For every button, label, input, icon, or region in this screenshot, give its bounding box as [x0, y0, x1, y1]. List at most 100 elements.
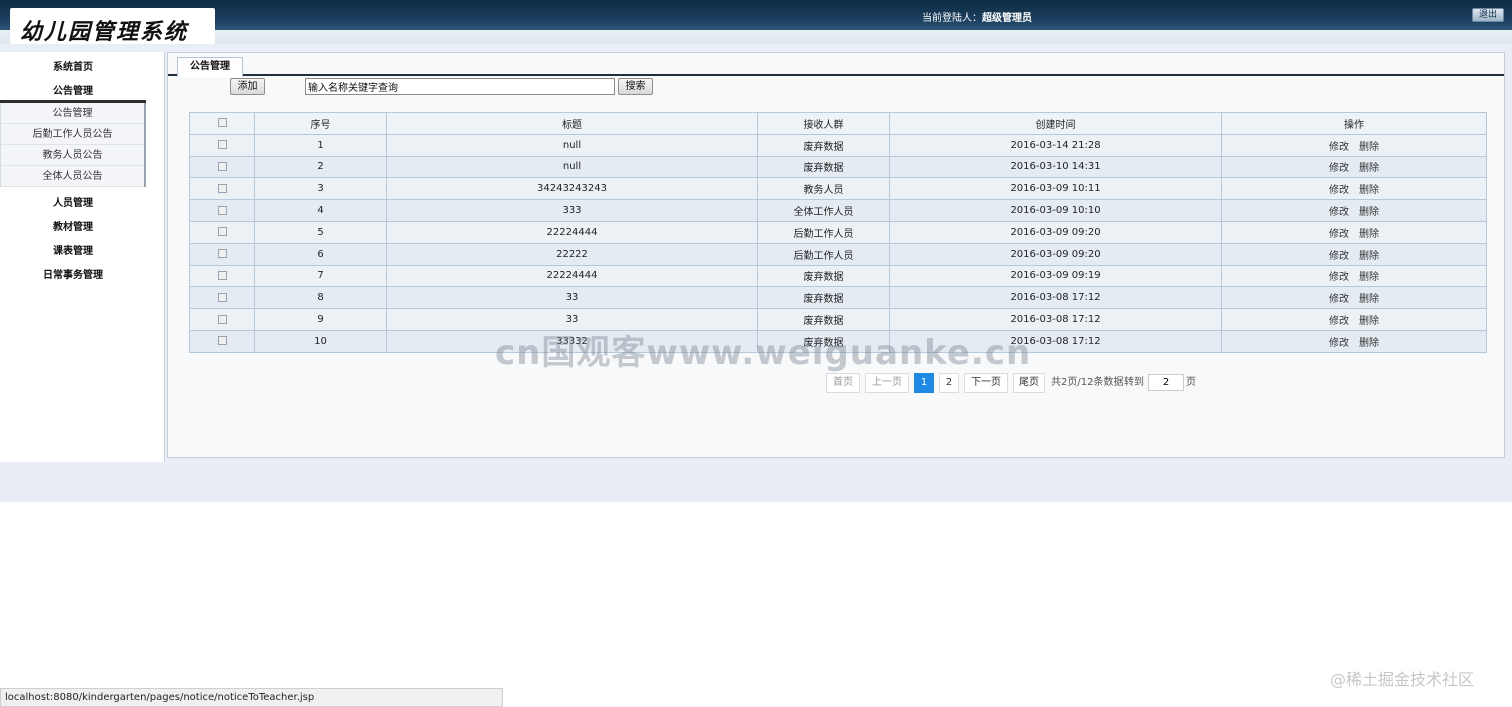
pager-last-button[interactable]: 尾页	[1013, 373, 1045, 393]
sidebar-item-notice[interactable]: 公告管理	[0, 82, 146, 97]
delete-link[interactable]: 删除	[1359, 207, 1379, 218]
row-select-cell	[189, 308, 255, 331]
pager-next-button[interactable]: 下一页	[964, 373, 1008, 393]
cell-no: 8	[254, 286, 387, 310]
cell-no: 2	[254, 155, 387, 179]
edit-link[interactable]: 修改	[1329, 251, 1349, 262]
search-button[interactable]: 搜索	[618, 78, 653, 95]
table-row: 6 22222 后勤工作人员 2016-03-09 09:20 修改 删除	[189, 242, 1487, 266]
table-row: 8 33 废弃数据 2016-03-08 17:12 修改 删除	[189, 286, 1487, 310]
logout-button[interactable]: 退出	[1472, 8, 1504, 22]
pager-first-button[interactable]: 首页	[826, 373, 860, 393]
cell-actions: 修改 删除	[1221, 329, 1487, 353]
sidebar-item-daily-affairs[interactable]: 日常事务管理	[0, 266, 146, 281]
delete-link[interactable]: 删除	[1359, 185, 1379, 196]
row-select-cell	[189, 286, 255, 310]
row-checkbox[interactable]	[217, 227, 227, 237]
row-checkbox[interactable]	[217, 292, 227, 302]
submenu-item-notice-manage[interactable]: 公告管理	[1, 103, 144, 124]
cell-created: 2016-03-09 10:11	[889, 177, 1222, 201]
edit-link[interactable]: 修改	[1329, 272, 1349, 283]
cell-actions: 修改 删除	[1221, 155, 1487, 179]
row-checkbox[interactable]	[217, 249, 227, 259]
edit-link[interactable]: 修改	[1329, 142, 1349, 153]
row-checkbox[interactable]	[217, 205, 227, 215]
sidebar-item-materials[interactable]: 教材管理	[0, 218, 146, 233]
row-select-cell	[189, 242, 255, 266]
edit-link[interactable]: 修改	[1329, 229, 1349, 240]
row-checkbox[interactable]	[217, 183, 227, 193]
site-credit: @稀土掘金技术社区	[1330, 670, 1475, 689]
row-select-cell	[189, 133, 255, 157]
app-window: 当前登陆人：超级管理员 退出 幼儿园管理系统 系统首页 公告管理 公告管理 后勤…	[0, 0, 1512, 707]
sidebar: 系统首页 公告管理 公告管理 后勤工作人员公告 教务人员公告 全体人员公告 人员…	[0, 52, 165, 462]
delete-link[interactable]: 删除	[1359, 229, 1379, 240]
delete-link[interactable]: 删除	[1359, 316, 1379, 327]
current-user-name: 超级管理员	[982, 13, 1032, 24]
pager-goto-input[interactable]	[1148, 374, 1184, 391]
cell-actions: 修改 删除	[1221, 133, 1487, 157]
edit-link[interactable]: 修改	[1329, 316, 1349, 327]
pager-goto-label: 转到	[1124, 377, 1144, 388]
pager-page-suffix: 页	[1186, 377, 1196, 388]
submenu-item-all-staff-notice[interactable]: 全体人员公告	[1, 166, 144, 187]
search-input[interactable]	[305, 78, 615, 95]
cell-created: 2016-03-09 09:20	[889, 242, 1222, 266]
sidebar-item-schedule[interactable]: 课表管理	[0, 242, 146, 257]
app-logo: 幼儿园管理系统	[10, 8, 215, 45]
cell-no: 5	[254, 220, 387, 244]
tab-notice-manage[interactable]: 公告管理	[177, 57, 243, 77]
cell-title: null	[386, 133, 758, 157]
cell-actions: 修改 删除	[1221, 264, 1487, 288]
row-select-cell	[189, 199, 255, 222]
cell-no: 9	[254, 308, 387, 331]
sidebar-item-home[interactable]: 系统首页	[0, 58, 146, 73]
column-header-title: 标题	[386, 112, 758, 135]
cell-actions: 修改 删除	[1221, 242, 1487, 266]
pager-page-2[interactable]: 2	[939, 373, 959, 393]
row-checkbox[interactable]	[217, 161, 227, 171]
column-header-no: 序号	[254, 112, 387, 135]
cell-actions: 修改 删除	[1221, 177, 1487, 201]
delete-link[interactable]: 删除	[1359, 338, 1379, 349]
delete-link[interactable]: 删除	[1359, 163, 1379, 174]
edit-link[interactable]: 修改	[1329, 207, 1349, 218]
edit-link[interactable]: 修改	[1329, 294, 1349, 305]
cell-audience: 废弃数据	[757, 264, 890, 288]
delete-link[interactable]: 删除	[1359, 142, 1379, 153]
delete-link[interactable]: 删除	[1359, 251, 1379, 262]
table-row: 4 333 全体工作人员 2016-03-09 10:10 修改 删除	[189, 199, 1487, 222]
delete-link[interactable]: 删除	[1359, 294, 1379, 305]
edit-link[interactable]: 修改	[1329, 163, 1349, 174]
cell-actions: 修改 删除	[1221, 199, 1487, 222]
row-checkbox[interactable]	[217, 314, 227, 324]
edit-link[interactable]: 修改	[1329, 185, 1349, 196]
cell-created: 2016-03-09 09:19	[889, 264, 1222, 288]
cell-no: 6	[254, 242, 387, 266]
edit-link[interactable]: 修改	[1329, 338, 1349, 349]
table-header-row: 序号 标题 接收人群 创建时间 操作	[189, 112, 1487, 135]
select-all-checkbox[interactable]	[217, 118, 227, 128]
watermark: cn国观客www.weiguanke.cn	[495, 333, 1032, 373]
cell-title: 22224444	[386, 264, 758, 288]
pager-summary: 共2页/12条数据	[1051, 377, 1124, 388]
row-checkbox[interactable]	[217, 336, 227, 346]
cell-title: 34243243243	[386, 177, 758, 201]
submenu-item-logistics-notice[interactable]: 后勤工作人员公告	[1, 124, 144, 145]
cell-title: null	[386, 155, 758, 179]
cell-audience: 后勤工作人员	[757, 242, 890, 266]
row-select-cell	[189, 220, 255, 244]
delete-link[interactable]: 删除	[1359, 272, 1379, 283]
pager-page-1[interactable]: 1	[914, 373, 934, 393]
row-checkbox[interactable]	[217, 270, 227, 280]
sidebar-item-staff[interactable]: 人员管理	[0, 194, 146, 209]
row-checkbox[interactable]	[217, 140, 227, 150]
pager-prev-button[interactable]: 上一页	[865, 373, 909, 393]
cell-audience: 废弃数据	[757, 133, 890, 157]
cell-created: 2016-03-09 09:20	[889, 220, 1222, 244]
cell-no: 4	[254, 199, 387, 222]
add-button[interactable]: 添加	[230, 78, 265, 95]
table-row: 1 null 废弃数据 2016-03-14 21:28 修改 删除	[189, 133, 1487, 157]
submenu-item-academic-notice[interactable]: 教务人员公告	[1, 145, 144, 166]
cell-no: 10	[254, 329, 387, 353]
